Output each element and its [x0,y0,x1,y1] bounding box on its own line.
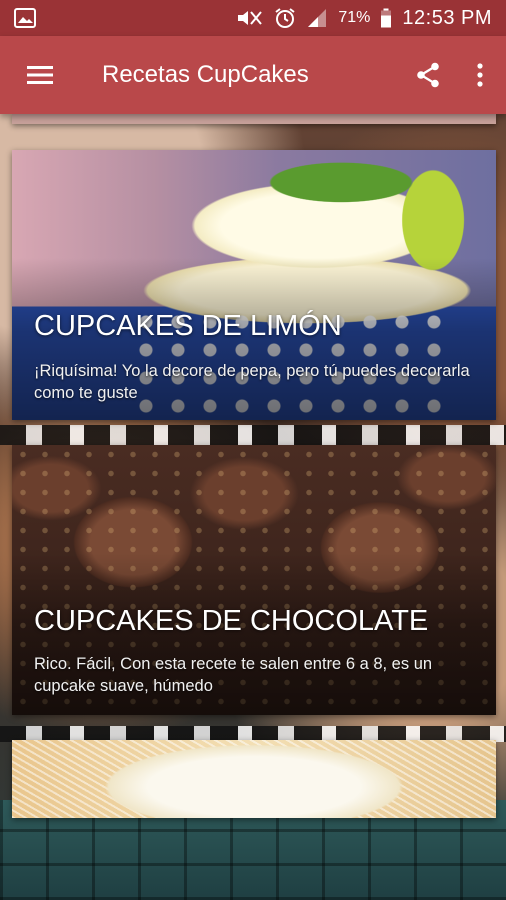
recipe-title: CUPCAKES DE CHOCOLATE [34,605,429,637]
recipe-card[interactable]: CUPCAKES DE CHOCOLATE Rico. Fácil, Con e… [12,445,496,715]
recipe-description: Rico. Fácil, Con esta recete te salen en… [34,655,433,695]
app-title: Recetas CupCakes [102,61,309,88]
image-icon [14,8,36,28]
share-button[interactable] [402,36,454,114]
signal-icon [306,8,328,28]
menu-button[interactable] [0,36,80,114]
mute-icon [236,8,264,28]
recipe-image-coconut-cupcake [12,740,496,818]
recipe-card[interactable]: CUPCAKES DE LIMÓN ¡Riquísima! Yo la deco… [12,150,496,420]
battery-percent: 71% [338,9,371,26]
status-bar: 71% 12:53 PM [0,0,506,36]
background-pattern [0,425,506,445]
recipe-title: CUPCAKES DE LIMÓN [34,310,342,342]
more-options-button[interactable] [454,36,506,114]
recipe-description: ¡Riquísima! Yo la decore de pepa, pero t… [34,362,470,402]
recipe-card-partial-top[interactable] [12,114,496,124]
clock: 12:53 PM [402,6,492,29]
battery-icon [380,8,392,28]
share-icon [416,62,440,88]
more-vert-icon [476,63,484,87]
app-toolbar: Recetas CupCakes [0,36,506,114]
recipe-card[interactable] [12,740,496,818]
alarm-icon [274,7,296,29]
menu-icon [27,65,53,85]
